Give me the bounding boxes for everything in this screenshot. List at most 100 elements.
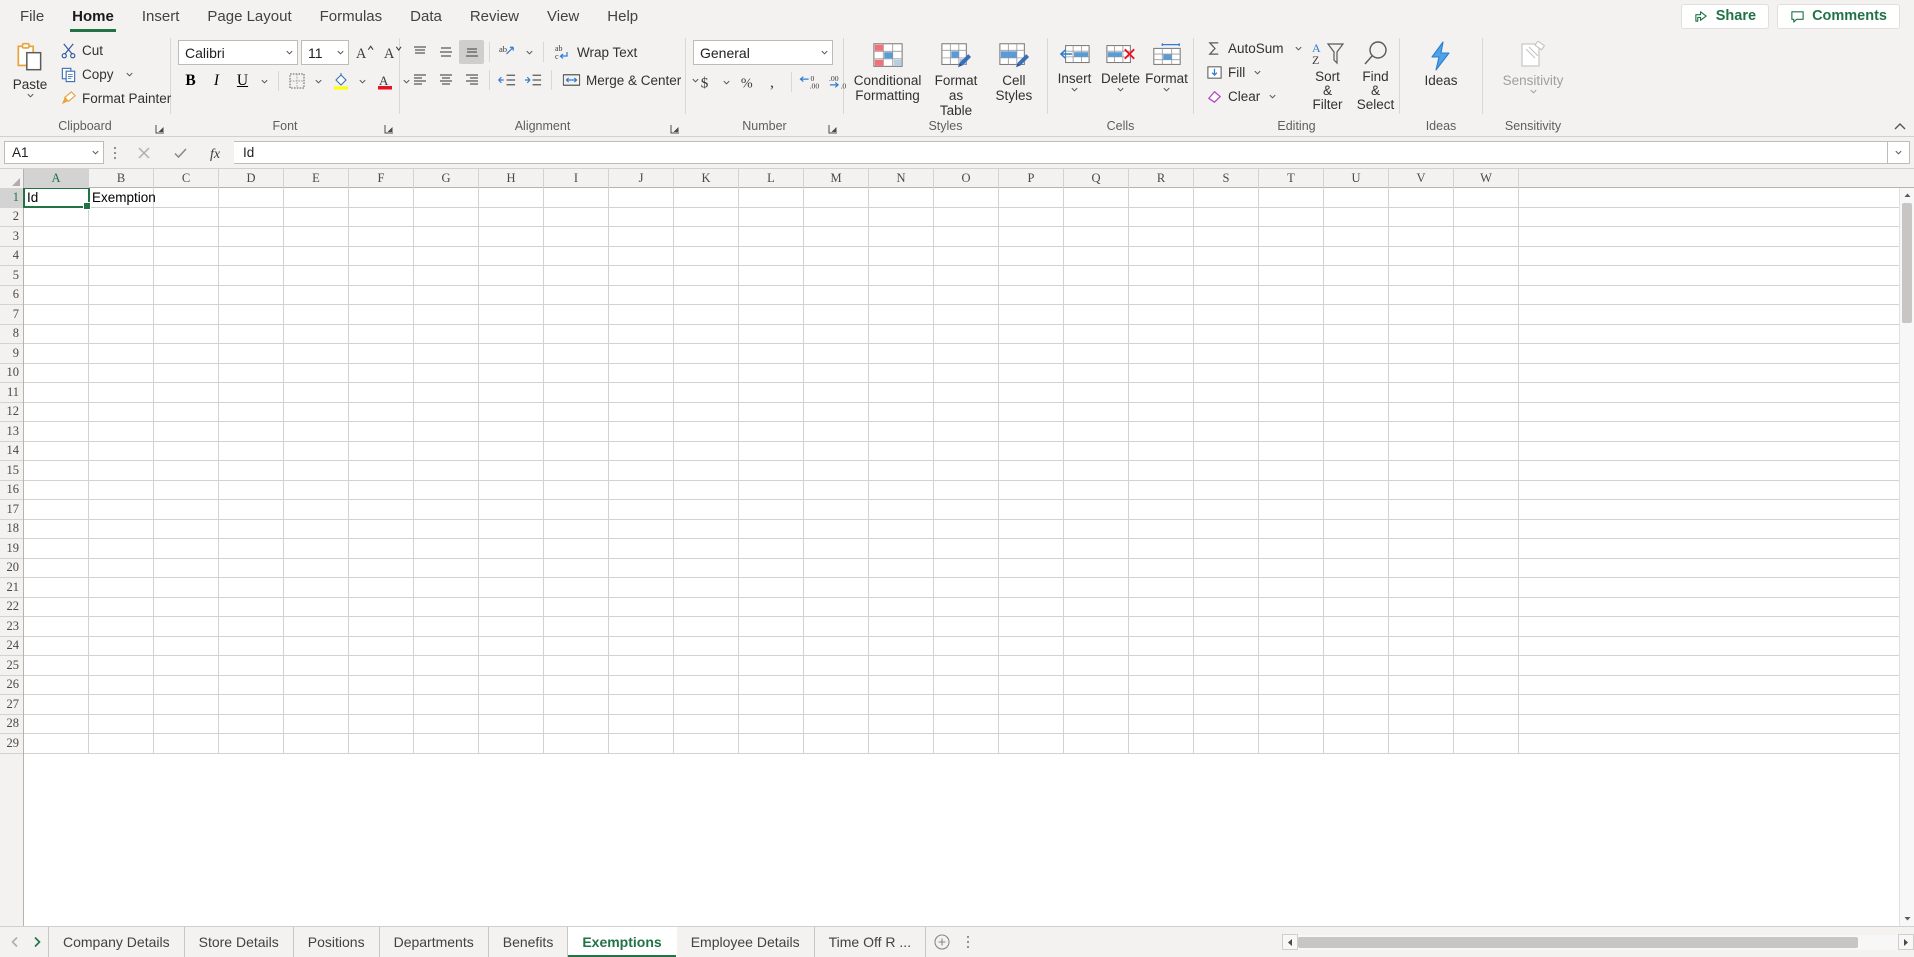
cell-N9[interactable]: [869, 344, 934, 363]
cell-K25[interactable]: [674, 656, 739, 675]
cell-H1[interactable]: [479, 188, 544, 207]
cell-D21[interactable]: [219, 578, 284, 597]
row-header-7[interactable]: 7: [0, 305, 23, 325]
cell-R14[interactable]: [1129, 441, 1194, 460]
cell-B23[interactable]: [89, 617, 154, 636]
cell-M5[interactable]: [804, 266, 869, 285]
cell-N21[interactable]: [869, 578, 934, 597]
cell-J8[interactable]: [609, 324, 674, 343]
cell-R24[interactable]: [1129, 636, 1194, 655]
cell-L8[interactable]: [739, 324, 804, 343]
cell-F1[interactable]: [349, 188, 414, 207]
cell-K19[interactable]: [674, 539, 739, 558]
column-header-A[interactable]: A: [24, 169, 89, 188]
cell-U14[interactable]: [1324, 441, 1389, 460]
cell-F29[interactable]: [349, 734, 414, 753]
cell-P3[interactable]: [999, 227, 1064, 246]
cell-P9[interactable]: [999, 344, 1064, 363]
row-header-18[interactable]: 18: [0, 520, 23, 539]
cell-C27[interactable]: [154, 695, 219, 714]
cell-P5[interactable]: [999, 266, 1064, 285]
cell-H24[interactable]: [479, 636, 544, 655]
cell-T23[interactable]: [1259, 617, 1324, 636]
ribbon-tab-insert[interactable]: Insert: [128, 0, 194, 32]
cell-V11[interactable]: [1389, 383, 1454, 402]
collapse-ribbon-button[interactable]: [1892, 120, 1908, 134]
cell-K6[interactable]: [674, 285, 739, 304]
cell-W1[interactable]: [1454, 188, 1519, 207]
cell-O13[interactable]: [934, 422, 999, 441]
cell-K20[interactable]: [674, 558, 739, 577]
row-header-9[interactable]: 9: [0, 344, 23, 364]
chevron-down-icon[interactable]: [125, 70, 134, 79]
cell-A25[interactable]: [24, 656, 89, 675]
cell-F16[interactable]: [349, 480, 414, 499]
column-header-Q[interactable]: Q: [1064, 169, 1129, 188]
cell-V21[interactable]: [1389, 578, 1454, 597]
cell-R7[interactable]: [1129, 305, 1194, 324]
cell-H5[interactable]: [479, 266, 544, 285]
cell-J13[interactable]: [609, 422, 674, 441]
row-header-3[interactable]: 3: [0, 227, 23, 247]
cell-A23[interactable]: [24, 617, 89, 636]
sheet-options-button[interactable]: [958, 927, 978, 957]
cell-C17[interactable]: [154, 500, 219, 519]
cell-I9[interactable]: [544, 344, 609, 363]
cell-P28[interactable]: [999, 714, 1064, 733]
cell-D8[interactable]: [219, 324, 284, 343]
formula-bar-handle[interactable]: [104, 145, 126, 161]
comments-button[interactable]: Comments: [1777, 3, 1900, 29]
cell-R4[interactable]: [1129, 246, 1194, 265]
cell-W14[interactable]: [1454, 441, 1519, 460]
cell-R6[interactable]: [1129, 285, 1194, 304]
cell-H10[interactable]: [479, 363, 544, 382]
cell-E25[interactable]: [284, 656, 349, 675]
cell-R5[interactable]: [1129, 266, 1194, 285]
cell-V28[interactable]: [1389, 714, 1454, 733]
cell-M3[interactable]: [804, 227, 869, 246]
cell-I16[interactable]: [544, 480, 609, 499]
cell-Q1[interactable]: [1064, 188, 1129, 207]
cell-E22[interactable]: [284, 597, 349, 616]
cell-S16[interactable]: [1194, 480, 1259, 499]
wrap-text-button[interactable]: ab c Wrap Text: [549, 41, 642, 64]
cell-N2[interactable]: [869, 207, 934, 226]
cell-P10[interactable]: [999, 363, 1064, 382]
cell-N17[interactable]: [869, 500, 934, 519]
column-header-B[interactable]: B: [89, 169, 154, 188]
cell-U28[interactable]: [1324, 714, 1389, 733]
cell-L22[interactable]: [739, 597, 804, 616]
cell-K11[interactable]: [674, 383, 739, 402]
cell-G13[interactable]: [414, 422, 479, 441]
cell-W9[interactable]: [1454, 344, 1519, 363]
cell-W27[interactable]: [1454, 695, 1519, 714]
sheet-tab-positions[interactable]: Positions: [294, 927, 380, 957]
column-header-J[interactable]: J: [609, 169, 674, 188]
sheet-tab-employee-details[interactable]: Employee Details: [677, 927, 815, 957]
cell-I26[interactable]: [544, 675, 609, 694]
cell-H13[interactable]: [479, 422, 544, 441]
column-header-M[interactable]: M: [804, 169, 869, 188]
cell-N4[interactable]: [869, 246, 934, 265]
format-cells-button[interactable]: Format: [1144, 38, 1190, 94]
cell-E8[interactable]: [284, 324, 349, 343]
cell-U18[interactable]: [1324, 519, 1389, 538]
cell-W8[interactable]: [1454, 324, 1519, 343]
cell-A5[interactable]: [24, 266, 89, 285]
cell-L15[interactable]: [739, 461, 804, 480]
cell-C25[interactable]: [154, 656, 219, 675]
cell-R9[interactable]: [1129, 344, 1194, 363]
cell-E15[interactable]: [284, 461, 349, 480]
accounting-format-button[interactable]: $: [693, 70, 718, 94]
cell-F14[interactable]: [349, 441, 414, 460]
cell-J11[interactable]: [609, 383, 674, 402]
cell-J29[interactable]: [609, 734, 674, 753]
cell-U11[interactable]: [1324, 383, 1389, 402]
cell-M1[interactable]: [804, 188, 869, 207]
cell-W15[interactable]: [1454, 461, 1519, 480]
cell-S2[interactable]: [1194, 207, 1259, 226]
cell-N12[interactable]: [869, 402, 934, 421]
cell-I21[interactable]: [544, 578, 609, 597]
cell-G4[interactable]: [414, 246, 479, 265]
cell-L11[interactable]: [739, 383, 804, 402]
